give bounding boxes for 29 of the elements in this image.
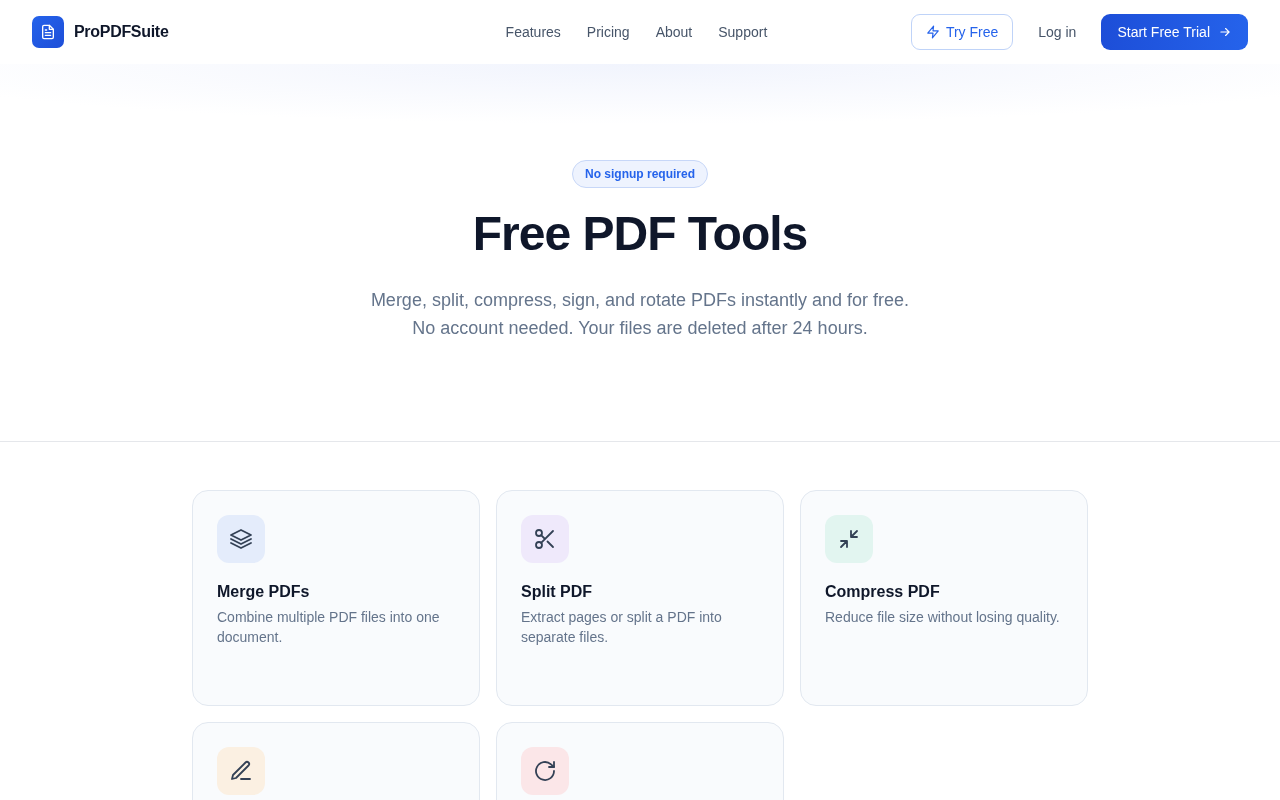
lightning-icon: [925, 25, 940, 39]
tool-description: Combine multiple PDF files into one document.: [217, 608, 441, 647]
brand-name[interactable]: ProPDFSuite: [74, 23, 169, 41]
start-trial-button[interactable]: Start Free Trial: [1101, 14, 1248, 50]
hero-title: Free PDF Tools: [472, 210, 808, 258]
tool-card[interactable]: Compress PDF Reduce file size without losing quality.: [800, 490, 1088, 706]
tool-card[interactable]: Split PDF Extract pages or split a PDF into separate files.: [496, 490, 784, 706]
logo-icon: [32, 16, 64, 48]
hero-subtitle: No account needed. Your files are deleted after 24 hours.: [412, 317, 868, 340]
hero-subtitle: Merge, split, compress, sign, and rotate PDFs instantly and for free.: [370, 289, 910, 312]
rotate-icon: [533, 759, 557, 783]
tool-title: Compress PDF: [825, 583, 941, 601]
nav-link[interactable]: Features: [505, 24, 561, 40]
tool-description: Extract pages or split a PDF into separate files.: [521, 608, 723, 647]
signup-badge: No signup required: [572, 160, 708, 188]
login-link[interactable]: Log in: [1038, 24, 1077, 40]
tool-card[interactable]: Merge PDFs Combine multiple PDF files into one document.: [192, 490, 480, 706]
compress-arrows-icon: [837, 527, 861, 551]
tool-title: Split PDF: [521, 583, 594, 601]
arrow-right-icon: [1218, 25, 1232, 39]
try-free-button[interactable]: Try Free: [910, 14, 1014, 50]
nav-link[interactable]: About: [655, 24, 693, 40]
scissors-icon: [533, 527, 557, 551]
tool-title: Merge PDFs: [217, 583, 311, 601]
tool-description: Reduce file size without losing quality.: [825, 608, 1061, 627]
pen-icon: [229, 759, 253, 783]
nav-link[interactable]: Support: [718, 24, 768, 40]
nav-link[interactable]: Pricing: [586, 24, 630, 40]
layers-icon: [229, 527, 253, 551]
